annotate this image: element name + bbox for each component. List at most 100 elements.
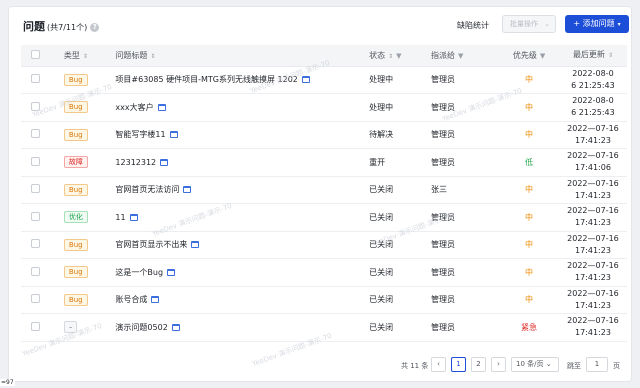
sort-icon[interactable]: ⇕: [150, 53, 155, 60]
chevron-down-icon: ⌄: [544, 20, 550, 28]
type-tag: Bug: [63, 266, 88, 279]
row-select-cell[interactable]: [21, 176, 52, 204]
title-cell[interactable]: 11: [103, 203, 364, 232]
title-cell[interactable]: xxx大客户: [103, 93, 364, 122]
table-row[interactable]: 优化 11 已关闭 管理员中 2022—07-16 17:41:23: [21, 203, 627, 232]
table-row[interactable]: Bug 账号合成 已关闭 管理员中 2022—07-16 17:41:23: [21, 286, 627, 314]
row-checkbox[interactable]: [31, 239, 40, 249]
issue-count: (共7/11个): [47, 23, 88, 32]
issue-title-link[interactable]: 这是一个Bug: [115, 268, 163, 277]
defect-stats-link[interactable]: 缺陷统计: [457, 20, 489, 31]
row-select-cell[interactable]: [21, 258, 52, 287]
row-select-cell[interactable]: [21, 121, 52, 149]
filter-icon[interactable]: ▼: [540, 52, 545, 60]
assignee-cell: 管理员: [424, 313, 500, 342]
column-priority[interactable]: 优先级 ▼: [499, 45, 559, 67]
title-cell[interactable]: 账号合成: [103, 286, 364, 314]
table-row[interactable]: Bug 官网首页显示不出来 已关闭 管理员中 2022—07-16 17:41:23: [21, 231, 627, 259]
updated-date: 2022—07-16: [567, 288, 619, 298]
issue-title-link[interactable]: 演示问题0502: [115, 323, 167, 332]
row-select-cell[interactable]: [21, 148, 52, 177]
row-checkbox[interactable]: [31, 321, 40, 331]
header-select-all[interactable]: [21, 45, 52, 67]
type-tag: Bug: [63, 293, 88, 306]
issue-title-link[interactable]: 官网首页无法访问: [115, 185, 179, 194]
issue-title-link[interactable]: xxx大客户: [115, 103, 153, 112]
issue-title-link[interactable]: 官网首页显示不出来: [115, 240, 187, 249]
updated-date: 2022—07-16: [567, 151, 619, 161]
column-updated[interactable]: 最后更新 ⇕: [558, 45, 627, 67]
type-tag: Bug: [63, 183, 88, 196]
priority-cell: 中: [499, 231, 559, 259]
row-checkbox[interactable]: [31, 294, 40, 304]
filter-icon[interactable]: ▼: [396, 52, 401, 60]
table-row[interactable]: Bug 官网首页无法访问 已关闭 张三中 2022—07-16 17:41:23: [21, 176, 627, 204]
title-cell[interactable]: 项目#63085 硬件项目-MTG系列无线触摸屏 1202: [103, 66, 364, 94]
column-type[interactable]: 类型 ⇕: [51, 45, 104, 67]
title-cell[interactable]: 12312312: [103, 148, 364, 177]
issue-title-link[interactable]: 12312312: [115, 158, 156, 167]
issue-title-link[interactable]: 账号合成: [115, 295, 147, 304]
row-select-cell[interactable]: [21, 231, 52, 259]
row-checkbox[interactable]: [31, 129, 40, 139]
table-row[interactable]: 故障 12312312 重开 管理员低 2022—07-16 17:41:06: [21, 148, 627, 177]
calendar-icon: [191, 241, 200, 249]
select-all-checkbox[interactable]: [31, 49, 40, 59]
updated-time: 6 21:25:43: [571, 80, 615, 90]
batch-action-button[interactable]: 批量操作 ⌄: [502, 15, 556, 33]
title-cell[interactable]: 官网首页无法访问: [103, 176, 364, 204]
title-cell[interactable]: 演示问题0502: [103, 313, 364, 342]
title-cell[interactable]: 官网首页显示不出来: [103, 231, 364, 259]
row-checkbox[interactable]: [31, 266, 40, 276]
column-assignee[interactable]: 指派给 ▼: [424, 45, 500, 67]
row-checkbox[interactable]: [31, 156, 40, 166]
column-title[interactable]: 问题标题 ⇕: [103, 45, 364, 67]
table-row[interactable]: Bug xxx大客户 处理中 管理员中 2022-08-0 6 21:25:43: [21, 93, 627, 122]
calendar-icon: [183, 186, 192, 194]
issue-title-link[interactable]: 11: [115, 213, 125, 222]
title-cell[interactable]: 智能写字楼11: [103, 121, 364, 149]
priority-cell: 中: [499, 121, 559, 149]
row-select-cell[interactable]: [21, 93, 52, 122]
calendar-icon: [151, 296, 160, 304]
row-select-cell[interactable]: [21, 286, 52, 314]
updated-cell: 2022-08-0 6 21:25:43: [558, 93, 627, 122]
sort-icon[interactable]: ⇕: [83, 53, 88, 60]
sort-icon[interactable]: ⇕: [608, 52, 613, 59]
page-1-button[interactable]: 1: [451, 357, 466, 372]
table-row[interactable]: Bug 智能写字楼11 待解决 管理员中 2022—07-16 17:41:23: [21, 121, 627, 149]
assignee-cell: 管理员: [424, 231, 500, 259]
table-row[interactable]: Bug 这是一个Bug 已关闭 管理员中 2022—07-16 17:41:23: [21, 258, 627, 287]
assignee-cell: 管理员: [424, 286, 500, 314]
row-checkbox[interactable]: [31, 101, 40, 111]
next-page-button[interactable]: ›: [491, 357, 506, 372]
issue-title-link[interactable]: 项目#63085 硬件项目-MTG系列无线触摸屏 1202: [115, 75, 297, 84]
updated-date: 2022—07-16: [567, 316, 619, 326]
issue-title-link[interactable]: 智能写字楼11: [115, 130, 165, 139]
row-checkbox[interactable]: [31, 211, 40, 221]
title-cell[interactable]: 这是一个Bug: [103, 258, 364, 287]
help-icon[interactable]: ?: [90, 23, 100, 32]
jump-page-input[interactable]: 1: [586, 357, 608, 372]
row-checkbox[interactable]: [31, 74, 40, 84]
page-title: 问题 (共7/11个)?: [23, 18, 100, 34]
updated-time: 6 21:25:43: [571, 108, 615, 118]
page-size-select[interactable]: 10 条/页 ⌄: [511, 357, 559, 372]
type-cell: Bug: [51, 231, 104, 259]
add-issue-button[interactable]: + 添加问题 ▾: [565, 15, 629, 33]
page-2-button[interactable]: 2: [471, 357, 486, 372]
updated-time: 17:41:23: [574, 218, 611, 228]
row-select-cell[interactable]: [21, 203, 52, 232]
row-checkbox[interactable]: [31, 184, 40, 194]
updated-date: 2022—07-16: [567, 206, 619, 216]
status-cell: 已关闭: [363, 203, 425, 232]
row-select-cell[interactable]: [21, 313, 52, 342]
filter-icon[interactable]: ▼: [458, 52, 463, 60]
table-row[interactable]: – 演示问题0502 已关闭 管理员 紧急 2022—07-16 17:41:23: [21, 313, 627, 342]
row-select-cell[interactable]: [21, 66, 52, 94]
table-row[interactable]: Bug 项目#63085 硬件项目-MTG系列无线触摸屏 1202 处理中 管理员中 2…: [21, 66, 627, 94]
sort-icon[interactable]: ⇕: [388, 53, 393, 60]
prev-page-button[interactable]: ‹: [431, 357, 446, 372]
updated-date: 2022—07-16: [567, 233, 619, 243]
column-status[interactable]: 状态 ⇕ ▼: [363, 45, 425, 67]
